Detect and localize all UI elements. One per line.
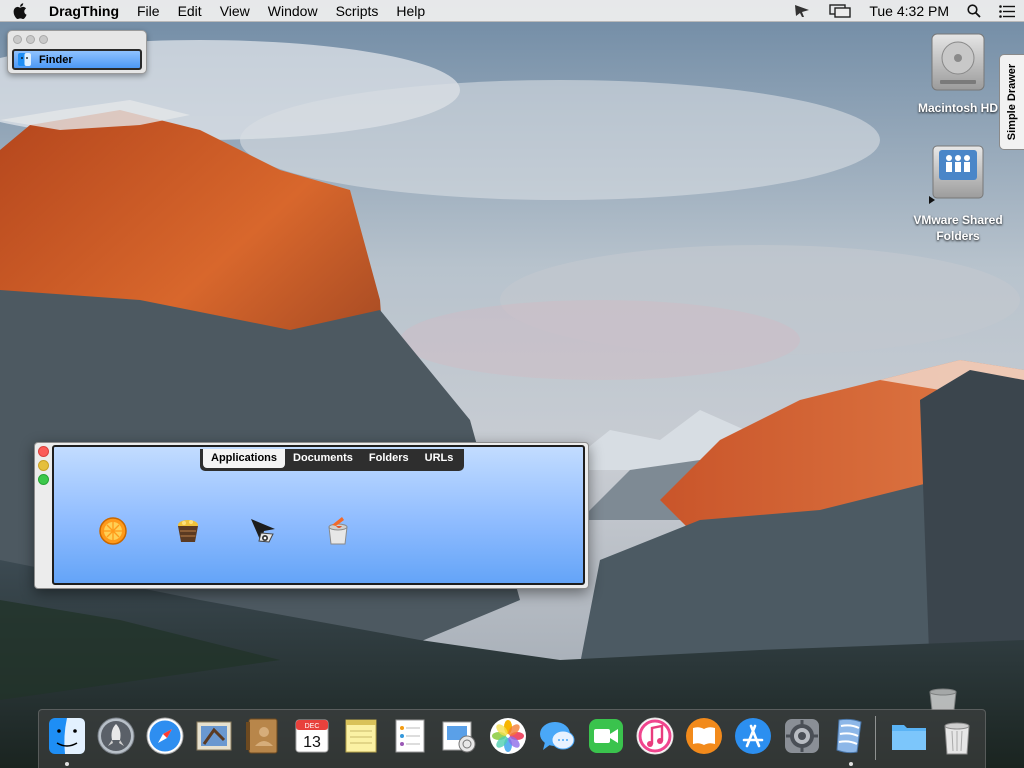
contacts-icon[interactable] bbox=[243, 716, 283, 756]
menu-view[interactable]: View bbox=[211, 0, 259, 22]
zoom-button[interactable] bbox=[39, 35, 48, 44]
dragthing-icon[interactable] bbox=[831, 716, 871, 756]
finder-icon[interactable] bbox=[47, 716, 87, 756]
tab-urls[interactable]: URLs bbox=[417, 449, 462, 468]
mail-icon[interactable] bbox=[194, 716, 234, 756]
menu-scripts[interactable]: Scripts bbox=[327, 0, 388, 22]
calendar-icon[interactable]: DEC 13 bbox=[292, 716, 332, 756]
spotlight-icon[interactable] bbox=[967, 4, 981, 18]
orange-app-icon[interactable] bbox=[97, 515, 129, 547]
photos-icon[interactable] bbox=[488, 716, 528, 756]
menu-file[interactable]: File bbox=[128, 0, 169, 22]
notification-center-icon[interactable] bbox=[999, 4, 1015, 18]
calendar-day: 13 bbox=[303, 734, 321, 751]
calendar-month: DEC bbox=[305, 723, 320, 730]
desktop-icon-vmware-shared-folders[interactable]: VMware Shared Folders bbox=[906, 142, 1010, 244]
dragthing-process-dock: Finder bbox=[7, 30, 147, 74]
facetime-icon[interactable] bbox=[586, 716, 626, 756]
finder-icon bbox=[18, 53, 31, 66]
close-button[interactable] bbox=[13, 35, 22, 44]
dragthing-dock-window: Applications Documents Folders URLs bbox=[34, 442, 589, 589]
menu-clock[interactable]: Tue 4:32 PM bbox=[869, 3, 949, 19]
menu-window[interactable]: Window bbox=[259, 0, 327, 22]
tab-folders[interactable]: Folders bbox=[361, 449, 417, 468]
desktop-icon-label: Macintosh HD bbox=[917, 101, 998, 115]
dock: DEC 13 bbox=[38, 709, 986, 768]
window-controls bbox=[13, 35, 48, 44]
treasure-basket-icon[interactable] bbox=[172, 515, 204, 547]
desktop-icon-label: VMware Shared Folders bbox=[913, 213, 1003, 243]
paint-bucket-icon[interactable] bbox=[322, 515, 354, 547]
running-indicator bbox=[65, 762, 69, 766]
minimize-button[interactable] bbox=[26, 35, 35, 44]
finder-process-tab[interactable]: Finder bbox=[12, 49, 142, 70]
ibooks-icon[interactable] bbox=[684, 716, 724, 756]
dock-separator bbox=[875, 716, 876, 760]
system-preferences-icon[interactable] bbox=[782, 716, 822, 756]
close-button[interactable] bbox=[38, 446, 49, 457]
menu-edit[interactable]: Edit bbox=[169, 0, 211, 22]
trash-icon[interactable] bbox=[937, 716, 977, 756]
dragthing-tab-bar: Applications Documents Folders URLs bbox=[200, 449, 465, 471]
window-controls bbox=[38, 446, 49, 485]
downloads-folder-icon[interactable] bbox=[889, 716, 929, 756]
launchpad-icon[interactable] bbox=[96, 716, 136, 756]
display-mirror-icon[interactable] bbox=[829, 4, 852, 18]
tab-applications[interactable]: Applications bbox=[203, 449, 286, 468]
drawer-label: Simple Drawer bbox=[1006, 63, 1019, 141]
cursor-app-icon[interactable] bbox=[247, 515, 279, 547]
safari-icon[interactable] bbox=[145, 716, 185, 756]
reminders-icon[interactable] bbox=[390, 716, 430, 756]
app-store-icon[interactable] bbox=[733, 716, 773, 756]
menu-help[interactable]: Help bbox=[387, 0, 434, 22]
app-menu-dragthing[interactable]: DragThing bbox=[40, 0, 128, 22]
notes-icon[interactable] bbox=[341, 716, 381, 756]
cursor-icon[interactable] bbox=[793, 4, 811, 18]
tab-documents[interactable]: Documents bbox=[285, 449, 361, 468]
trash-overflow-icon bbox=[929, 688, 957, 710]
apple-menu-icon[interactable] bbox=[0, 0, 40, 22]
simple-drawer-tab[interactable]: Simple Drawer bbox=[999, 54, 1024, 150]
preview-icon[interactable] bbox=[439, 716, 479, 756]
minimize-button[interactable] bbox=[38, 460, 49, 471]
zoom-button[interactable] bbox=[38, 474, 49, 485]
desktop-wallpaper bbox=[0, 0, 1024, 768]
messages-icon[interactable] bbox=[537, 716, 577, 756]
hard-drive-icon bbox=[931, 33, 985, 91]
running-indicator bbox=[849, 762, 853, 766]
itunes-icon[interactable] bbox=[635, 716, 675, 756]
finder-tab-label: Finder bbox=[39, 53, 73, 66]
shared-folders-icon bbox=[929, 145, 984, 204]
menu-bar: DragThing File Edit View Window Scripts … bbox=[0, 0, 1024, 22]
dragthing-panel: Applications Documents Folders URLs bbox=[52, 445, 585, 585]
desktop-icon-macintosh-hd[interactable]: Macintosh HD bbox=[910, 30, 1006, 116]
